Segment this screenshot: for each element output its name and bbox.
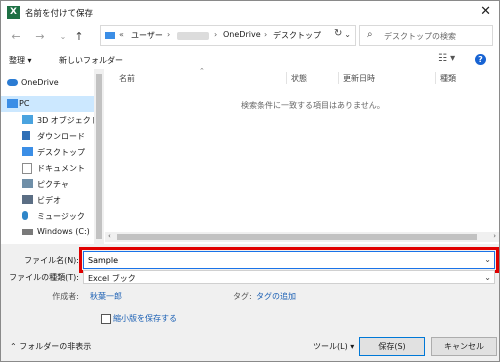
new-folder-button[interactable]: 新しいフォルダー (59, 55, 123, 66)
organize-button[interactable]: 整理 ▾ (9, 55, 32, 66)
sidebar-item-desktop[interactable]: デスクトップ (1, 144, 94, 160)
tools-button[interactable]: ツール(L) ▾ (313, 341, 354, 352)
sidebar-item-3d-objects[interactable]: 3D オブジェクト (1, 112, 99, 128)
sidebar-item-label: Windows (C:) (37, 227, 90, 236)
excel-icon: X (7, 6, 20, 19)
forward-button[interactable]: → (33, 30, 47, 44)
sidebar-item-windows-c[interactable]: Windows (C:) (1, 224, 94, 240)
filetype-label: ファイルの種類(T): (9, 273, 79, 282)
document-icon (22, 163, 32, 174)
filetype-value: Excel ブック (88, 274, 136, 283)
dialog-title: 名前を付けて保存 (25, 9, 94, 19)
hide-folders-label: フォルダーの非表示 (19, 342, 92, 351)
breadcrumb-desktop[interactable]: デスクトップ (273, 30, 321, 41)
save-button[interactable]: 保存(S) (359, 337, 425, 356)
author-value[interactable]: 秋葉一郎 (90, 291, 122, 302)
sidebar-item-documents[interactable]: ドキュメント (1, 160, 94, 176)
filetype-dropdown-icon[interactable]: ⌄ (484, 273, 491, 282)
column-divider[interactable] (435, 72, 436, 84)
cancel-button[interactable]: キャンセル (431, 337, 497, 356)
drive-icon (22, 229, 33, 235)
search-icon: ⌕ (367, 29, 373, 40)
toolbar: 整理 ▾ 新しいフォルダー ☷ ▾ ? (1, 50, 499, 69)
breadcrumb-separator: › (264, 30, 268, 39)
save-as-dialog: X 名前を付けて保存 ✕ ← → ⌄ ↑ « ユーザー › › OneDrive… (0, 0, 500, 362)
scrollbar-thumb[interactable] (117, 234, 477, 240)
tools-label: ツール(L) (313, 342, 348, 351)
hide-folders-toggle[interactable]: ⌃ フォルダーの非表示 (10, 341, 91, 352)
music-icon (22, 211, 28, 220)
column-divider[interactable] (338, 72, 339, 84)
save-thumbnail-checkbox[interactable] (101, 314, 111, 324)
breadcrumb-separator: › (167, 30, 171, 39)
sidebar-item-pc[interactable]: PC (1, 96, 94, 112)
refresh-button[interactable]: ↻ (334, 28, 342, 39)
sidebar-item-label: 3D オブジェクト (37, 116, 99, 125)
save-thumbnail-label[interactable]: 縮小版を保存する (113, 313, 177, 324)
sidebar-item-label: ビデオ (37, 196, 61, 205)
column-header-name[interactable]: 名前 (119, 73, 135, 84)
cloud-icon (7, 79, 18, 86)
tags-value[interactable]: タグの追加 (256, 291, 296, 302)
pc-icon (105, 32, 115, 39)
search-box[interactable]: ⌕ デスクトップの検索 (359, 25, 493, 46)
sidebar-item-label: OneDrive (21, 78, 59, 87)
sidebar-item-music[interactable]: ミュージック (1, 208, 94, 224)
sort-ascending-icon: ⌃ (199, 67, 205, 75)
sidebar-item-label: ミュージック (37, 212, 85, 221)
address-dropdown-icon[interactable]: ⌄ (344, 30, 351, 39)
sidebar-item-onedrive[interactable]: OneDrive (1, 75, 94, 91)
picture-icon (22, 179, 33, 188)
chevron-up-icon: ⌃ (10, 342, 20, 351)
overflow-chevron[interactable]: « (119, 30, 124, 39)
breadcrumb-separator: › (214, 30, 218, 39)
help-icon[interactable]: ? (475, 54, 486, 65)
sidebar-item-downloads[interactable]: ダウンロード (1, 128, 94, 144)
scroll-left-icon[interactable]: ‹ (108, 232, 111, 240)
sidebar-item-label: PC (19, 99, 30, 108)
up-button[interactable]: ↑ (72, 30, 86, 44)
scrollbar-thumb[interactable] (96, 74, 102, 239)
scroll-right-icon[interactable]: › (493, 232, 496, 240)
filename-label: ファイル名(N): (24, 256, 79, 265)
chevron-down-icon: ▾ (347, 342, 355, 351)
column-header-type[interactable]: 種類 (440, 73, 456, 84)
sidebar-item-label: ピクチャ (37, 180, 69, 189)
computer-icon (7, 99, 18, 108)
tags-label: タグ: (233, 292, 252, 301)
desktop-icon (22, 147, 33, 156)
filetype-select[interactable]: Excel ブック ⌄ (83, 270, 495, 284)
sidebar-item-label: ダウンロード (37, 132, 85, 141)
file-list[interactable]: ⌃ 名前 状態 更新日時 種類 検索条件に一致する項目はありません。 (105, 67, 499, 244)
column-header-modified[interactable]: 更新日時 (343, 73, 375, 84)
video-icon (22, 195, 33, 204)
close-button[interactable]: ✕ (480, 4, 491, 20)
search-placeholder: デスクトップの検索 (384, 32, 456, 41)
column-divider[interactable] (286, 72, 287, 84)
view-options-button[interactable]: ☷ ▾ (438, 53, 455, 64)
empty-results-message: 検索条件に一致する項目はありません。 (241, 101, 385, 110)
column-header-status[interactable]: 状態 (291, 73, 307, 84)
author-label: 作成者: (52, 292, 79, 301)
address-bar[interactable]: « ユーザー › › OneDrive › デスクトップ ⌄ (100, 25, 356, 46)
back-button[interactable]: ← (9, 30, 23, 44)
cube-icon (22, 115, 33, 124)
horizontal-scrollbar[interactable]: ‹ › (105, 232, 499, 242)
sidebar-item-pictures[interactable]: ピクチャ (1, 176, 94, 192)
download-icon (22, 131, 30, 140)
navigation-pane: OneDrive PC 3D オブジェクト ダウンロード デスクトップ ドキュメ… (1, 69, 104, 244)
breadcrumb-onedrive[interactable]: OneDrive (223, 30, 261, 39)
sidebar-item-videos[interactable]: ビデオ (1, 192, 94, 208)
sidebar-item-label: ドキュメント (37, 164, 85, 173)
recent-locations-button[interactable]: ⌄ (56, 30, 70, 44)
navigation-scrollbar[interactable] (94, 69, 104, 244)
save-options-panel: ファイル名(N): ⌄ ファイルの種類(T): Excel ブック ⌄ 作成者:… (1, 244, 499, 361)
title-bar: X 名前を付けて保存 ✕ (1, 1, 499, 25)
sidebar-item-label: デスクトップ (37, 148, 85, 157)
redacted-user-name (177, 32, 209, 40)
breadcrumb-users[interactable]: ユーザー (131, 30, 163, 41)
